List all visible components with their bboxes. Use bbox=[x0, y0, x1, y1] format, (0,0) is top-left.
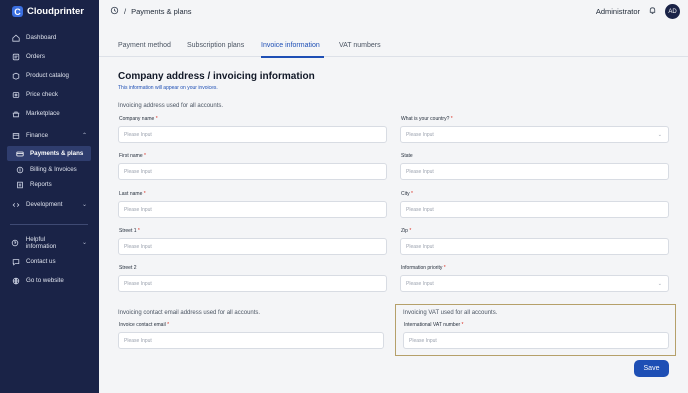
bell-icon[interactable] bbox=[648, 6, 657, 17]
tab-bar: Payment method Subscription plans Invoic… bbox=[99, 37, 688, 58]
user-area: Administrator AD bbox=[596, 4, 680, 19]
billing-icon bbox=[15, 165, 24, 174]
sidebar-item-helpful-information[interactable]: Helpful information ⌄ bbox=[7, 235, 91, 250]
tab-vat-numbers[interactable]: VAT numbers bbox=[339, 42, 381, 49]
tab-invoice-information[interactable]: Invoice information bbox=[261, 42, 320, 49]
sidebar-item-label: Dashboard bbox=[26, 34, 57, 41]
zip-input[interactable]: Please Input bbox=[400, 238, 669, 255]
sidebar-item-finance[interactable]: Finance ⌃ bbox=[7, 128, 91, 143]
sidebar-item-reports[interactable]: Reports bbox=[7, 177, 91, 192]
sidebar-item-label: Orders bbox=[26, 53, 45, 60]
sidebar-divider bbox=[10, 224, 88, 225]
marketplace-icon bbox=[11, 109, 20, 118]
sidebar-item-marketplace[interactable]: Marketplace bbox=[7, 106, 91, 121]
user-name[interactable]: Administrator bbox=[596, 7, 640, 16]
last-name-label: Last name * bbox=[119, 191, 146, 197]
section-email-label: Invoicing contact email address used for… bbox=[118, 310, 261, 316]
vat-number-input[interactable]: Please Input bbox=[403, 332, 669, 349]
code-icon bbox=[11, 200, 20, 209]
sidebar-item-label: Marketplace bbox=[26, 110, 60, 117]
chevron-down-icon: ⌄ bbox=[657, 131, 662, 138]
chevron-down-icon: ⌄ bbox=[81, 240, 87, 246]
sidebar-item-orders[interactable]: Orders bbox=[7, 49, 91, 64]
chevron-down-icon: ⌄ bbox=[657, 280, 662, 287]
cloudprinter-logo-icon: C bbox=[12, 6, 23, 17]
page-subtitle: This information will appear on your inv… bbox=[118, 85, 218, 91]
payments-icon bbox=[15, 149, 24, 158]
avatar[interactable]: AD bbox=[665, 4, 680, 19]
country-label: What is your country? * bbox=[401, 116, 453, 122]
section-address-label: Invoicing address used for all accounts. bbox=[118, 103, 224, 109]
company-name-input[interactable]: Please Input bbox=[118, 126, 387, 143]
price-icon bbox=[11, 90, 20, 99]
first-name-input[interactable]: Please Input bbox=[118, 163, 387, 180]
app-name: Cloudprinter bbox=[27, 6, 84, 17]
chevron-up-icon: ⌃ bbox=[81, 133, 87, 139]
sidebar-item-dashboard[interactable]: Dashboard bbox=[7, 30, 91, 45]
sidebar-item-price-check[interactable]: Price check bbox=[7, 87, 91, 102]
country-select[interactable]: Please Input ⌄ bbox=[400, 126, 669, 143]
orders-icon bbox=[11, 52, 20, 61]
breadcrumb: / Payments & plans bbox=[110, 6, 192, 17]
contact-email-label: Invoice contact email * bbox=[119, 322, 170, 328]
sidebar-item-label: Contact us bbox=[26, 258, 56, 265]
globe-icon bbox=[11, 276, 20, 285]
sidebar-item-label: Development bbox=[26, 201, 63, 208]
street2-label: Street 2 bbox=[119, 265, 137, 271]
reports-icon bbox=[15, 180, 24, 189]
tab-subscription-plans[interactable]: Subscription plans bbox=[187, 42, 244, 49]
zip-label: Zip * bbox=[401, 228, 412, 234]
active-tab-indicator bbox=[261, 56, 324, 58]
logo[interactable]: C Cloudprinter bbox=[12, 6, 84, 17]
tab-payment-method[interactable]: Payment method bbox=[118, 42, 171, 49]
catalog-icon bbox=[11, 71, 20, 80]
country-select-value: Please Input bbox=[406, 131, 434, 138]
sidebar-item-label: Product catalog bbox=[26, 72, 69, 79]
information-priority-label: Information priority * bbox=[401, 265, 446, 271]
street1-input[interactable]: Please Input bbox=[118, 238, 387, 255]
sidebar-item-development[interactable]: Development ⌄ bbox=[7, 197, 91, 212]
top-bar: / Payments & plans Administrator AD bbox=[99, 0, 688, 25]
history-icon[interactable] bbox=[110, 6, 119, 17]
sidebar-item-product-catalog[interactable]: Product catalog bbox=[7, 68, 91, 83]
sidebar-item-go-to-website[interactable]: Go to website bbox=[7, 273, 91, 288]
street2-input[interactable]: Please Input bbox=[118, 275, 387, 292]
vat-number-label: International VAT number * bbox=[404, 322, 464, 328]
company-name-label: Company name * bbox=[119, 116, 158, 122]
sidebar-item-label: Payments & plans bbox=[30, 150, 84, 157]
sidebar-item-payments-plans[interactable]: Payments & plans bbox=[7, 146, 91, 161]
sidebar-item-contact-us[interactable]: Contact us bbox=[7, 254, 91, 269]
information-priority-value: Please Input bbox=[406, 280, 434, 287]
information-priority-select[interactable]: Please Input ⌄ bbox=[400, 275, 669, 292]
section-vat-label: Invoicing VAT used for all accounts. bbox=[403, 310, 498, 316]
sidebar-item-label: Finance bbox=[26, 132, 49, 139]
sidebar-item-label: Go to website bbox=[26, 277, 64, 284]
home-icon bbox=[11, 33, 20, 42]
city-label: City * bbox=[401, 191, 413, 197]
page-title: Company address / invoicing information bbox=[118, 71, 315, 82]
state-input[interactable]: Please Input bbox=[400, 163, 669, 180]
contact-email-input[interactable]: Please Input bbox=[118, 332, 384, 349]
sidebar-item-label: Helpful information bbox=[25, 235, 57, 250]
sidebar-item-label: Price check bbox=[26, 91, 58, 98]
sidebar: C Cloudprinter Dashboard Orders Product … bbox=[0, 0, 99, 393]
state-label: State bbox=[401, 153, 413, 159]
breadcrumb-separator: / bbox=[124, 7, 127, 16]
city-input[interactable]: Please Input bbox=[400, 201, 669, 218]
save-button[interactable]: Save bbox=[634, 360, 669, 377]
street1-label: Street 1 * bbox=[119, 228, 140, 234]
chat-icon bbox=[11, 257, 20, 266]
first-name-label: First name * bbox=[119, 153, 146, 159]
sidebar-item-label: Reports bbox=[30, 181, 52, 188]
sidebar-item-billing-invoices[interactable]: Billing & Invoices bbox=[7, 162, 91, 177]
last-name-input[interactable]: Please Input bbox=[118, 201, 387, 218]
finance-icon bbox=[11, 131, 20, 140]
chevron-down-icon: ⌄ bbox=[81, 202, 87, 208]
sidebar-item-label: Billing & Invoices bbox=[30, 166, 77, 173]
breadcrumb-current: Payments & plans bbox=[131, 7, 192, 16]
help-icon bbox=[11, 238, 20, 247]
